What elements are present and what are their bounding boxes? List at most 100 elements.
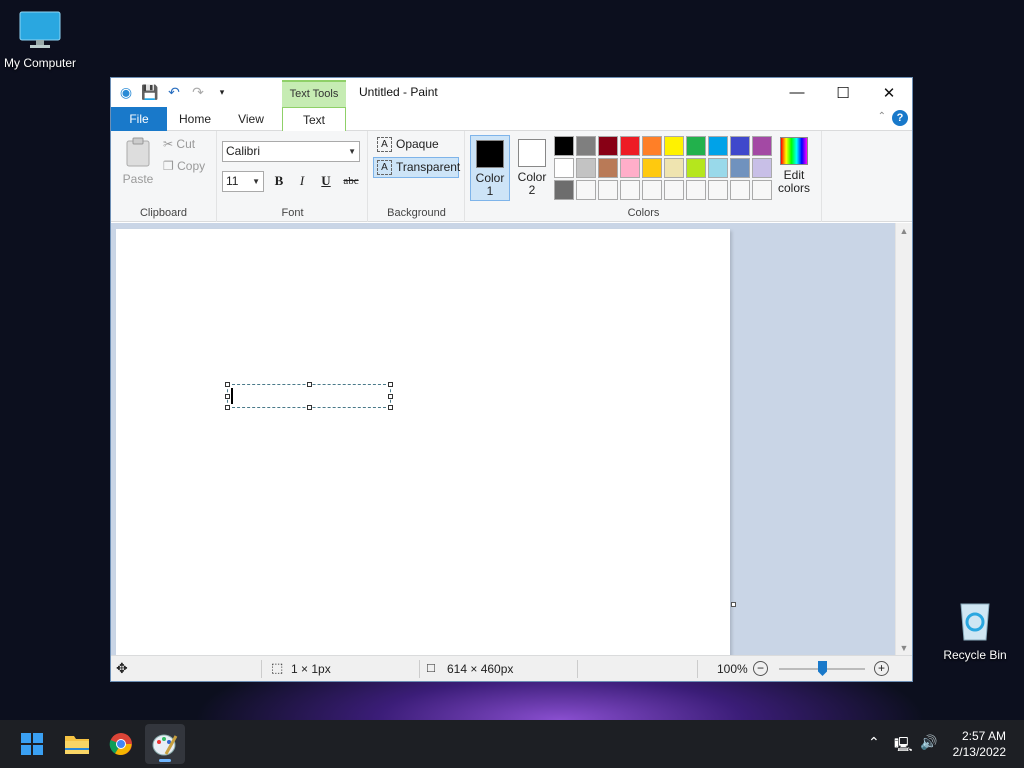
palette-color-swatch[interactable] [554, 136, 574, 156]
transparent-label: Transparent [396, 160, 461, 174]
tab-file[interactable]: File [111, 107, 167, 131]
palette-color-swatch[interactable] [576, 136, 596, 156]
palette-color-swatch[interactable] [664, 158, 684, 178]
color1-button[interactable]: Color 1 [470, 135, 510, 201]
resize-handle[interactable] [225, 394, 230, 399]
transparent-button[interactable]: A Transparent [373, 157, 461, 178]
cut-label: Cut [176, 137, 196, 151]
palette-color-swatch[interactable] [642, 136, 662, 156]
underline-button[interactable]: U [316, 171, 336, 191]
palette-color-swatch[interactable] [708, 158, 728, 178]
tab-home[interactable]: Home [169, 107, 221, 131]
paste-label: Paste [122, 172, 154, 186]
palette-color-swatch[interactable] [686, 158, 706, 178]
start-button[interactable] [12, 724, 52, 764]
palette-color-swatch[interactable] [554, 180, 574, 200]
cut-button[interactable]: ✂ Cut [163, 137, 195, 151]
tab-view[interactable]: View [225, 107, 277, 131]
taskbar-clock[interactable]: 2:57 AM 2/13/2022 [953, 728, 1006, 760]
chrome-icon [109, 733, 132, 755]
palette-color-swatch[interactable] [620, 136, 640, 156]
canvas-workspace[interactable] [111, 223, 896, 656]
paint-icon [152, 734, 178, 756]
palette-color-swatch[interactable] [708, 136, 728, 156]
resize-handle[interactable] [388, 382, 393, 387]
paste-button[interactable]: Paste [119, 137, 157, 186]
palette-color-swatch[interactable] [642, 180, 662, 200]
palette-color-swatch[interactable] [554, 158, 574, 178]
font-size-select[interactable]: 11 ▼ [222, 171, 264, 192]
title-bar[interactable]: ◉ 💾 ↶ ↷ ▾ Text Tools Untitled - Paint — … [111, 78, 912, 107]
canvas-resize-handle[interactable] [731, 602, 736, 607]
color2-button[interactable]: Color 2 [512, 135, 552, 201]
strikethrough-button[interactable]: abc [338, 171, 364, 191]
maximize-button[interactable]: ☐ [820, 78, 866, 107]
bold-button[interactable]: B [269, 171, 289, 191]
resize-handle[interactable] [388, 394, 393, 399]
collapse-ribbon-icon[interactable]: ⌃ [878, 111, 886, 122]
taskbar-chrome[interactable] [101, 724, 141, 764]
canvas-size: 614 × 460px [447, 662, 514, 676]
resize-handle[interactable] [388, 405, 393, 410]
minimize-button[interactable]: — [774, 78, 820, 107]
palette-color-swatch[interactable] [620, 158, 640, 178]
ribbon-tabs: File Home View Text ⌃ ? [111, 107, 912, 132]
cursor-position-icon: ✥ [116, 660, 128, 676]
palette-color-swatch[interactable] [598, 158, 618, 178]
ribbon: Paste ✂ Cut ❐ Copy Clipboard Calibri ▼ 1… [111, 131, 912, 222]
palette-color-swatch[interactable] [686, 136, 706, 156]
help-icon[interactable]: ? [892, 110, 908, 126]
palette-color-swatch[interactable] [664, 136, 684, 156]
palette-color-swatch[interactable] [576, 158, 596, 178]
volume-icon[interactable]: 🔊 [920, 734, 937, 751]
zoom-slider-thumb[interactable] [818, 661, 827, 676]
network-icon[interactable]: 🖳 [894, 734, 913, 758]
palette-color-swatch[interactable] [686, 180, 706, 200]
palette-color-swatch[interactable] [730, 158, 750, 178]
show-hidden-icons-icon[interactable]: ⌃ [868, 734, 880, 751]
vertical-scrollbar[interactable]: ▲ ▼ [895, 223, 912, 656]
palette-color-swatch[interactable] [642, 158, 662, 178]
resize-handle[interactable] [225, 405, 230, 410]
edit-colors-label-b: colors [777, 181, 810, 195]
palette-color-swatch[interactable] [576, 180, 596, 200]
taskbar: ⌃ 🖳 🔊 2:57 AM 2/13/2022 [0, 720, 1024, 768]
resize-handle[interactable] [307, 382, 312, 387]
palette-color-swatch[interactable] [664, 180, 684, 200]
customize-qat-icon[interactable]: ▾ [213, 83, 231, 101]
resize-handle[interactable] [307, 405, 312, 410]
color1-swatch [476, 140, 504, 168]
palette-color-swatch[interactable] [752, 136, 772, 156]
desktop-icon-my-computer[interactable]: My Computer [0, 10, 80, 70]
palette-color-swatch[interactable] [752, 180, 772, 200]
taskbar-paint[interactable] [145, 724, 185, 764]
text-tools-context-label: Text Tools [282, 80, 346, 107]
undo-icon[interactable]: ↶ [165, 83, 183, 101]
palette-color-swatch[interactable] [708, 180, 728, 200]
redo-icon[interactable]: ↷ [189, 83, 207, 101]
copy-button[interactable]: ❐ Copy [163, 159, 205, 173]
palette-color-swatch[interactable] [598, 180, 618, 200]
edit-colors-button[interactable]: Edit colors [772, 135, 816, 195]
scroll-up-icon[interactable]: ▲ [896, 226, 912, 236]
save-icon[interactable]: 💾 [141, 83, 159, 101]
tab-text[interactable]: Text [282, 107, 346, 132]
paint-app-icon[interactable]: ◉ [117, 83, 135, 101]
opaque-button[interactable]: A Opaque [373, 134, 459, 155]
desktop-icon-recycle-bin[interactable]: Recycle Bin [935, 598, 1015, 662]
palette-color-swatch[interactable] [730, 136, 750, 156]
resize-handle[interactable] [225, 382, 230, 387]
taskbar-file-explorer[interactable] [57, 724, 97, 764]
palette-color-swatch[interactable] [620, 180, 640, 200]
close-button[interactable]: ✕ [866, 78, 912, 107]
palette-color-swatch[interactable] [598, 136, 618, 156]
scroll-down-icon[interactable]: ▼ [896, 643, 912, 653]
palette-color-swatch[interactable] [730, 180, 750, 200]
italic-button[interactable]: I [292, 171, 312, 191]
zoom-in-button[interactable]: + [874, 661, 889, 676]
font-family-select[interactable]: Calibri ▼ [222, 141, 360, 162]
text-box-selection[interactable] [225, 382, 393, 410]
zoom-out-button[interactable]: − [753, 661, 768, 676]
drawing-canvas[interactable] [116, 229, 730, 656]
palette-color-swatch[interactable] [752, 158, 772, 178]
